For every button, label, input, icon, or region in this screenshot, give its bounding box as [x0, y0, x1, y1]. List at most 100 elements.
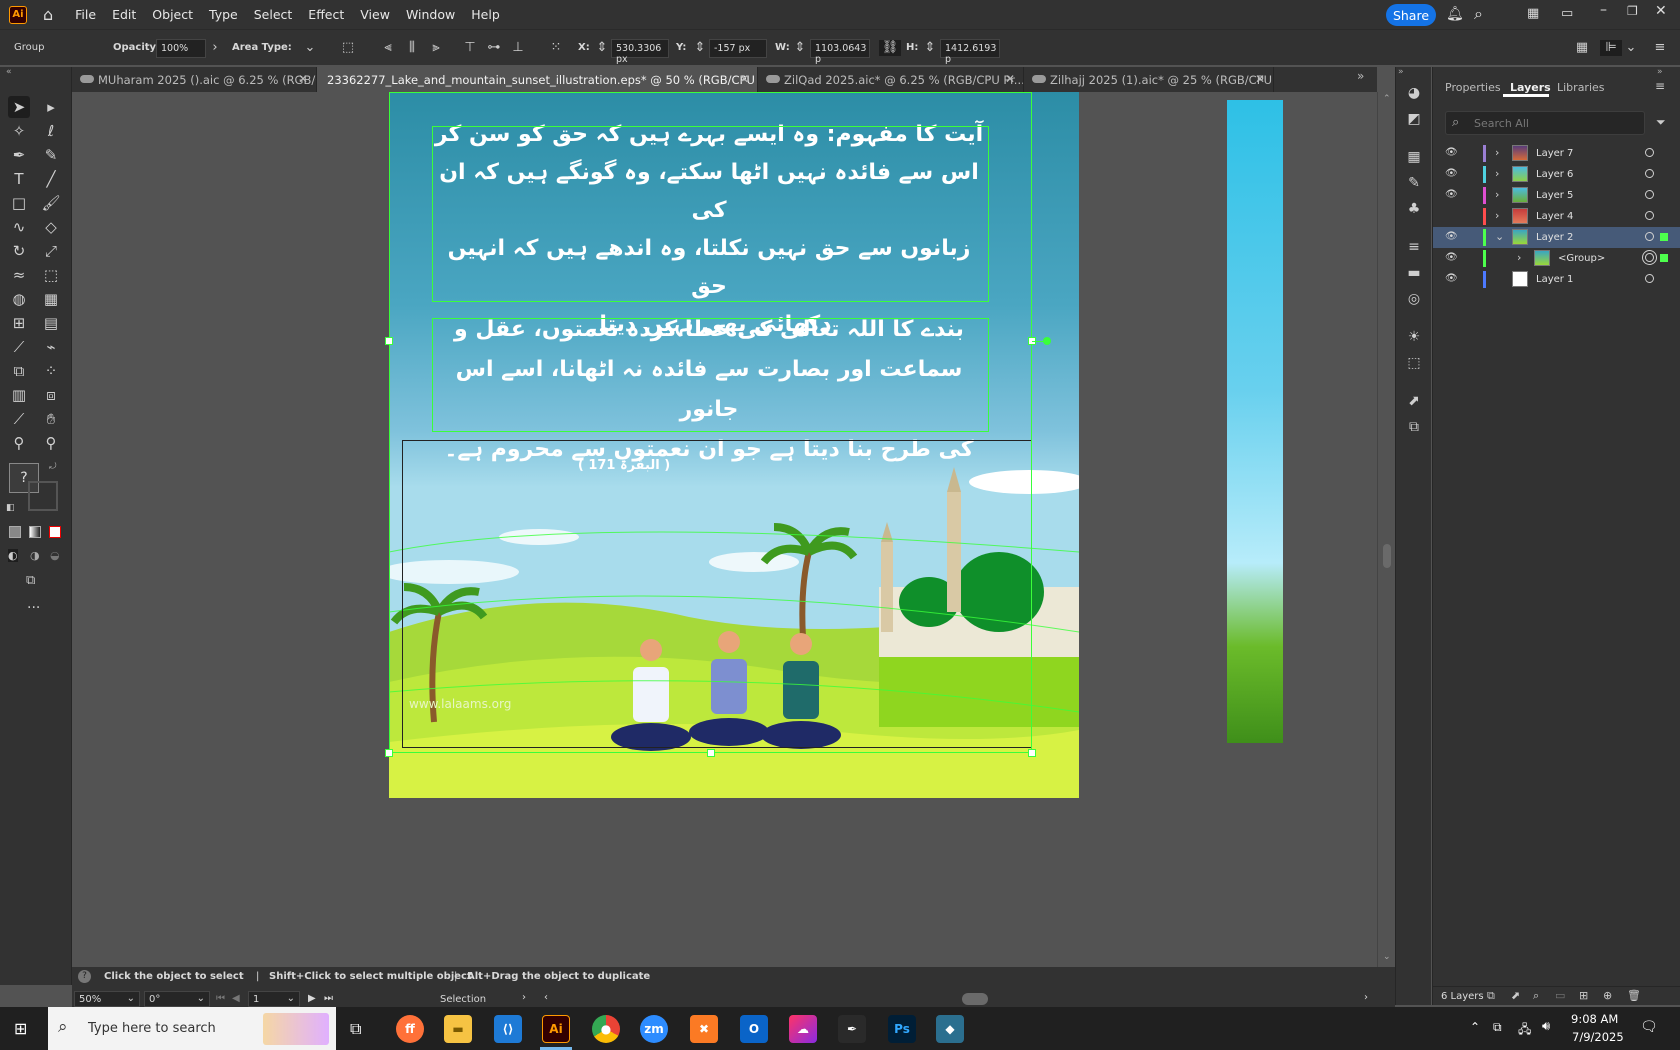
target-circle-icon[interactable] — [1645, 232, 1654, 241]
control-dropdown-icon[interactable]: ⌄ — [1623, 40, 1639, 56]
reference-point-icon[interactable]: ⁙ — [548, 40, 564, 56]
visibility-eye-icon[interactable]: 👁︎ — [1445, 274, 1458, 284]
filter-icon[interactable]: ⏷ — [1656, 115, 1666, 130]
warp-tool-icon[interactable]: ≈ — [8, 264, 30, 286]
arrange-icon[interactable]: ▦ — [1574, 40, 1590, 56]
width-field[interactable]: 1103.0643 p — [810, 39, 870, 65]
layer-name[interactable]: Layer 2 — [1536, 232, 1573, 243]
artboards-icon[interactable]: ⧉ — [1404, 417, 1424, 437]
vertical-scrollbar-thumb[interactable] — [1383, 544, 1391, 568]
expand-chevron-icon[interactable]: › — [1495, 188, 1499, 201]
target-circle-icon[interactable] — [1645, 253, 1654, 262]
symbol-sprayer-icon[interactable]: ⁘ — [40, 360, 62, 382]
x-stepper-icon[interactable]: ⇕ — [594, 40, 610, 56]
expand-chevron-icon[interactable]: › — [1495, 146, 1499, 159]
lasso-icon[interactable]: ℓ — [40, 120, 62, 142]
outlook-icon[interactable]: O — [740, 1015, 768, 1043]
first-artboard-icon[interactable]: ⏮ — [216, 993, 225, 1004]
color-mode-icon[interactable] — [9, 526, 21, 538]
artboard-number-select[interactable]: 1 ⌄ — [248, 991, 300, 1007]
tab-muharam[interactable]: MUharam 2025 ().aic @ 6.25 % (RGB/C... ✕ — [72, 67, 317, 92]
layer-row[interactable]: 👁︎ › Layer 5 — [1433, 185, 1680, 206]
clock-time[interactable]: 9:08 AM — [1571, 1012, 1618, 1026]
zoom-select[interactable]: 50% ⌄ — [74, 991, 140, 1007]
expand-chevron-icon[interactable]: › — [1495, 209, 1499, 222]
file-explorer-icon[interactable]: ▬ — [444, 1015, 472, 1043]
visibility-eye-icon[interactable]: 👁︎ — [1445, 253, 1458, 263]
tab-layers[interactable]: Layers — [1510, 81, 1551, 94]
arrange-documents-icon[interactable]: ▦ — [1527, 6, 1539, 21]
measure-icon[interactable]: ⌁ — [40, 336, 62, 358]
color-panel-icon[interactable]: ◕ — [1404, 83, 1424, 103]
tab-zilqad[interactable]: ZilQad 2025.aic* @ 6.25 % (RGB/CPU Pr...… — [758, 67, 1024, 92]
align-top-icon[interactable]: ⊤ — [462, 40, 478, 56]
draw-inside-icon[interactable]: ◒ — [50, 549, 60, 562]
menu-edit[interactable]: Edit — [104, 7, 144, 22]
align-middle-icon[interactable]: ⊶ — [486, 40, 502, 56]
tab-libraries[interactable]: Libraries — [1557, 81, 1605, 94]
draw-normal-icon[interactable]: ◐ — [8, 549, 18, 562]
shaper-tool-icon[interactable]: ∿ — [8, 216, 30, 238]
more-tabs-icon[interactable]: » — [1357, 69, 1364, 83]
shape-builder-icon[interactable]: ◍ — [8, 288, 30, 310]
menu-file[interactable]: File — [67, 7, 104, 22]
scroll-right-icon[interactable]: › — [1364, 992, 1368, 1003]
opacity-field[interactable]: 100% — [156, 39, 206, 58]
selection-indicator[interactable] — [1660, 233, 1668, 241]
color-guide-icon[interactable]: ◩ — [1404, 109, 1424, 129]
vertical-scrollbar[interactable]: ⌃ ⌄ — [1377, 92, 1395, 967]
blend-tool-icon[interactable]: ⧉ — [8, 360, 30, 382]
menu-select[interactable]: Select — [246, 7, 301, 22]
graph-tool-icon[interactable]: ▥ — [8, 384, 30, 406]
stroke-panel-icon[interactable]: ≡ — [1404, 237, 1424, 257]
artboard-align-icon[interactable]: ⬚ — [340, 40, 356, 56]
screen-mode-icon[interactable]: ⧉ — [26, 573, 35, 588]
gradient-panel-icon[interactable]: ▬ — [1404, 263, 1424, 283]
selection-tool-icon[interactable]: ➤ — [8, 96, 30, 118]
photoshop-icon[interactable]: Ps — [888, 1015, 916, 1043]
perspective-grid-icon[interactable]: ▦ — [40, 288, 62, 310]
target-circle-icon[interactable] — [1645, 211, 1654, 220]
gradient-mode-icon[interactable] — [29, 526, 41, 538]
close-tab-icon[interactable]: ✕ — [739, 72, 749, 86]
status-menu-icon[interactable]: › — [522, 992, 526, 1003]
appearance-icon[interactable]: ☀ — [1404, 327, 1424, 347]
default-colors-icon[interactable]: ◧ — [6, 503, 15, 513]
collapse-chevron-icon[interactable]: ⌄ — [1495, 230, 1504, 243]
align-right-icon[interactable]: ⫸ — [428, 40, 444, 56]
line-tool-icon[interactable]: ╱ — [40, 168, 62, 190]
task-view-icon[interactable]: ⧉ — [350, 1019, 361, 1039]
creative-cloud-icon[interactable]: ☁ — [789, 1015, 817, 1043]
prev-artboard-icon[interactable]: ◀ — [232, 993, 240, 1004]
h-stepper-icon[interactable]: ⇕ — [922, 40, 938, 56]
tray-app-icon[interactable]: ⧉ — [1493, 1020, 1502, 1035]
workspace-icon[interactable]: ▭ — [1561, 6, 1573, 21]
network-icon[interactable]: 🖧︎ — [1518, 1020, 1531, 1041]
align-bottom-icon[interactable]: ⊥ — [510, 40, 526, 56]
constrain-proportions-icon[interactable]: ⛓︎ — [879, 40, 901, 56]
volume-icon[interactable]: 🔊︎ — [1542, 1019, 1550, 1034]
paintbrush-icon[interactable]: 🖌︎ — [40, 192, 62, 214]
visibility-eye-icon[interactable]: 👁︎ — [1445, 190, 1458, 200]
firefox-icon[interactable]: ff — [396, 1015, 424, 1043]
opacity-arrow-icon[interactable]: › — [207, 40, 223, 56]
collect-export-icon[interactable]: ⧉ — [1487, 989, 1495, 1003]
none-mode-icon[interactable] — [49, 526, 61, 538]
menu-type[interactable]: Type — [201, 7, 246, 22]
align-center-icon[interactable]: ⫼ — [404, 40, 420, 56]
panel-collapse-icon[interactable]: » — [1657, 67, 1663, 77]
vscode-icon[interactable]: ⟨⟩ — [494, 1015, 522, 1043]
eraser-icon[interactable]: ◇ — [40, 216, 62, 238]
resize-handle[interactable] — [385, 337, 393, 345]
last-artboard-icon[interactable]: ⏭ — [324, 993, 333, 1004]
layer-row[interactable]: 👁︎ Layer 1 — [1433, 269, 1680, 290]
new-layer-icon[interactable]: ⊕ — [1603, 989, 1612, 1002]
eyedropper-icon[interactable]: ⟋ — [8, 336, 30, 358]
rotation-select[interactable]: 0° ⌄ — [144, 991, 210, 1007]
visibility-eye-icon[interactable]: 👁︎ — [1445, 148, 1458, 158]
menu-view[interactable]: View — [352, 7, 398, 22]
zoom-app-icon[interactable]: zm — [640, 1015, 668, 1043]
direct-selection-tool-icon[interactable]: ▸ — [40, 96, 62, 118]
visibility-eye-icon[interactable]: 👁︎ — [1445, 169, 1458, 179]
type-tool-icon[interactable]: T — [8, 168, 30, 190]
